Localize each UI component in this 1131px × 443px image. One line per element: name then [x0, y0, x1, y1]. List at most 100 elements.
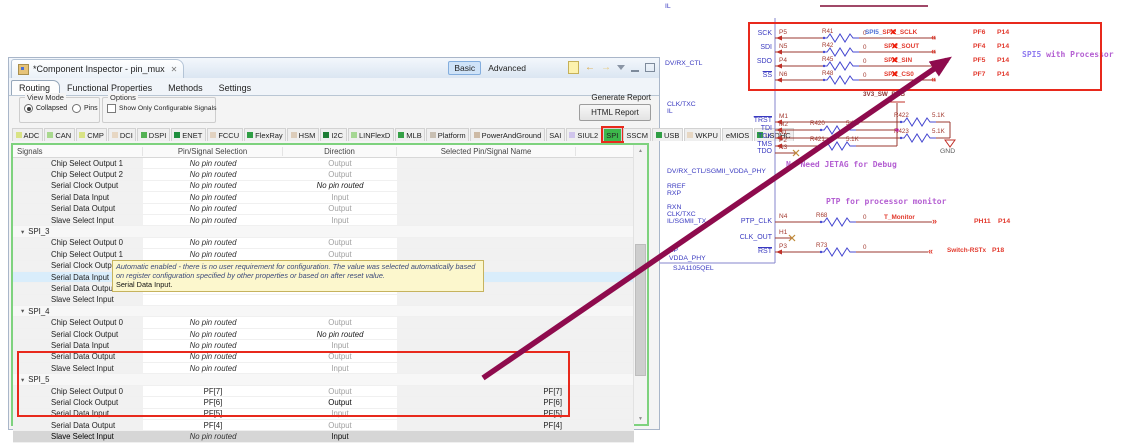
table-cell[interactable]: Chip Select Output 1	[13, 158, 143, 168]
table-cell[interactable]: PF[5]	[143, 409, 283, 418]
table-cell[interactable]: No pin routed	[143, 341, 283, 350]
peripheral-tab-fccu[interactable]: FCCU	[207, 128, 243, 141]
table-cell[interactable]	[397, 192, 576, 202]
table-cell[interactable]: Output	[283, 387, 397, 396]
table-cell[interactable]: No pin routed	[143, 193, 283, 202]
scrollbar-thumb[interactable]	[635, 244, 646, 376]
table-row[interactable]: Serial Clock OutputNo pin routedNo pin r…	[13, 329, 634, 340]
table-cell[interactable]: Output	[283, 170, 397, 179]
peripheral-tab-linflexd[interactable]: LINFlexD	[348, 128, 394, 141]
table-row[interactable]: Serial Data InputNo pin routedInput	[13, 340, 634, 351]
peripheral-tab-hsm[interactable]: HSM	[287, 128, 319, 141]
minimize-icon[interactable]	[631, 70, 639, 72]
peripheral-tab-powerandground[interactable]: PowerAndGround	[470, 128, 545, 141]
peripheral-tab-dspi[interactable]: DSPI	[137, 128, 170, 141]
table-cell[interactable]: Output	[283, 204, 397, 213]
peripheral-tab-sai[interactable]: SAI	[546, 128, 565, 141]
table-cell[interactable]	[397, 363, 576, 373]
table-cell[interactable]	[397, 215, 576, 225]
table-row[interactable]: Slave Select InputNo pin routedInput	[13, 431, 634, 442]
table-cell[interactable]: No pin routed	[143, 238, 283, 247]
advanced-mode-button[interactable]: Advanced	[485, 62, 529, 74]
table-cell[interactable]: Serial Data Output	[13, 420, 143, 430]
table-cell[interactable]: Input	[283, 364, 397, 373]
table-cell[interactable]: Output	[283, 352, 397, 361]
table-cell[interactable]: Output	[283, 318, 397, 327]
table-cell[interactable]	[397, 340, 576, 350]
table-cell[interactable]	[397, 181, 576, 191]
table-cell[interactable]: Slave Select Input	[13, 431, 143, 441]
table-row[interactable]: Chip Select Output 0PF[7]OutputPF[7]	[13, 386, 634, 397]
peripheral-tab-i2c[interactable]: I2C	[320, 128, 347, 141]
table-cell[interactable]: Chip Select Output 0	[13, 317, 143, 327]
col-selected-pin-signal-name[interactable]: Selected Pin/Signal Name	[397, 147, 576, 156]
table-row[interactable]: Serial Clock OutputPF[6]OutputPF[6]	[13, 397, 634, 408]
table-cell[interactable]	[397, 352, 576, 362]
table-cell[interactable]: No pin routed	[143, 216, 283, 225]
scroll-up-icon[interactable]: ▲	[634, 145, 647, 156]
close-icon[interactable]: ✕	[171, 65, 178, 74]
group-expand-icon[interactable]: ▾	[21, 307, 24, 315]
table-cell[interactable]: No pin routed	[143, 352, 283, 361]
table-cell[interactable]: Slave Select Input	[13, 215, 143, 225]
table-cell[interactable]: Chip Select Output 0	[13, 238, 143, 248]
table-cell[interactable]	[397, 431, 576, 441]
peripheral-tab-cmp[interactable]: CMP	[76, 128, 108, 141]
html-report-button[interactable]: HTML Report	[579, 104, 651, 121]
peripheral-tab-mlb[interactable]: MLB	[395, 128, 425, 141]
table-cell[interactable]	[397, 295, 576, 305]
peripheral-tab-platform[interactable]: Platform	[426, 128, 469, 141]
table-row[interactable]: Serial Data OutputPF[4]OutputPF[4]	[13, 420, 634, 431]
table-cell[interactable]: No pin routed	[143, 432, 283, 441]
table-cell[interactable]: Serial Clock Output	[13, 329, 143, 339]
col-pin-signal-selection[interactable]: Pin/Signal Selection	[143, 147, 283, 156]
peripheral-tab-flexray[interactable]: FlexRay	[244, 128, 287, 141]
table-cell[interactable]: PF[4]	[143, 421, 283, 430]
table-cell[interactable]: Input	[283, 432, 397, 441]
tab-settings[interactable]: Settings	[212, 81, 261, 95]
table-cell[interactable]: Slave Select Input	[13, 363, 143, 373]
table-cell[interactable]: No pin routed	[143, 250, 283, 259]
table-row[interactable]: Serial Clock OutputNo pin routedNo pin r…	[13, 181, 634, 192]
table-group-row[interactable]: ▾SPI_4	[13, 306, 634, 317]
peripheral-tab-dci[interactable]: DCI	[108, 128, 136, 141]
group-expand-icon[interactable]: ▾	[21, 376, 24, 384]
table-cell[interactable]: Serial Data Output	[13, 204, 143, 214]
table-cell[interactable]: Input	[283, 409, 397, 418]
peripheral-tab-enet[interactable]: ENET	[171, 128, 206, 141]
table-group-row[interactable]: ▾SPI_5	[13, 374, 634, 385]
table-cell[interactable]: No pin routed	[283, 330, 397, 339]
table-cell[interactable]: No pin routed	[143, 159, 283, 168]
show-only-configurable-checkbox[interactable]: Show Only Configurable Signals	[107, 104, 216, 113]
table-cell[interactable]: Serial Data Input	[13, 192, 143, 202]
table-group-row[interactable]: ▾SPI_3	[13, 226, 634, 237]
table-cell[interactable]: Output	[283, 159, 397, 168]
scroll-down-icon[interactable]: ▼	[634, 413, 647, 424]
table-row[interactable]: Slave Select InputNo pin routedInput	[13, 363, 634, 374]
table-row[interactable]: Serial Data InputPF[5]InputPF[5]	[13, 409, 634, 420]
table-cell[interactable]	[397, 204, 576, 214]
view-menu-icon[interactable]	[617, 65, 625, 70]
table-cell[interactable]: Serial Data Input	[13, 340, 143, 350]
table-cell[interactable]: Output	[283, 421, 397, 430]
table-cell[interactable]	[397, 249, 576, 259]
table-cell[interactable]	[397, 317, 576, 327]
table-cell[interactable]: PF[7]	[143, 387, 283, 396]
col-direction[interactable]: Direction	[283, 147, 397, 156]
table-cell[interactable]: Serial Clock Output	[13, 181, 143, 191]
table-row[interactable]: Chip Select Output 1No pin routedOutput	[13, 249, 634, 260]
table-cell[interactable]	[397, 169, 576, 179]
table-row[interactable]: Serial Data OutputNo pin routedOutput	[13, 352, 634, 363]
table-cell[interactable]: Chip Select Output 1	[13, 249, 143, 259]
table-cell[interactable]: Serial Data Output	[13, 352, 143, 362]
table-cell[interactable]: No pin routed	[283, 181, 397, 190]
tab-methods[interactable]: Methods	[161, 81, 212, 95]
table-cell[interactable]: Serial Clock Output	[13, 397, 143, 407]
col-signals[interactable]: Signals	[13, 147, 143, 156]
table-row[interactable]: Serial Data InputNo pin routedInput	[13, 192, 634, 203]
table-cell[interactable]: No pin routed	[143, 330, 283, 339]
table-row[interactable]: Chip Select Output 0No pin routedOutput	[13, 238, 634, 249]
table-cell[interactable]: Input	[283, 193, 397, 202]
group-expand-icon[interactable]: ▾	[21, 228, 24, 236]
radio-collapsed[interactable]: Collapsed	[24, 104, 67, 113]
